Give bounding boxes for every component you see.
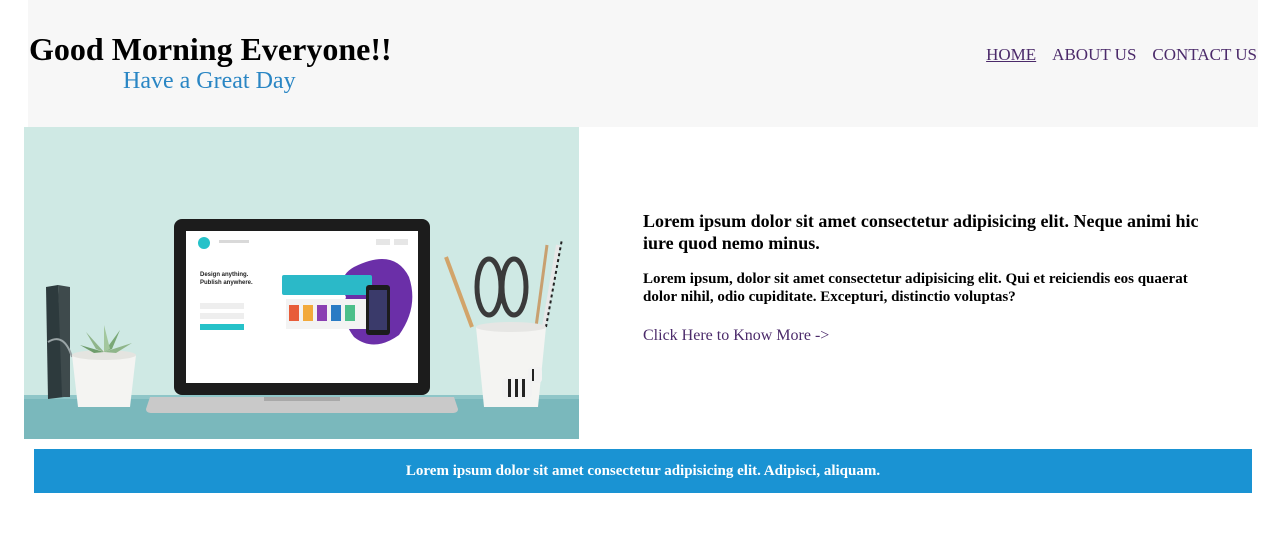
nav-home-link[interactable]: HOME xyxy=(986,44,1036,66)
laptop-on-desk-illustration: Design anything. Publish anywhere. xyxy=(24,127,579,439)
binder-clip xyxy=(46,285,73,399)
banner-text: Lorem ipsum dolor sit amet consectetur a… xyxy=(405,462,881,479)
nav-contact-link[interactable]: CONTACT US xyxy=(1152,44,1257,66)
hero-heading: Lorem ipsum dolor sit amet consectetur a… xyxy=(643,211,1199,253)
hero-content: Lorem ipsum dolor sit amet consectetur a… xyxy=(643,210,1203,346)
laptop: Design anything. Publish anywhere. xyxy=(146,219,458,413)
hero-image: Design anything. Publish anywhere. xyxy=(24,127,579,439)
know-more-link[interactable]: Click Here to Know More -> xyxy=(643,326,829,346)
nav-about-link[interactable]: ABOUT US xyxy=(1052,44,1136,66)
screen-headline-1: Design anything. xyxy=(200,272,249,278)
main-nav: HOME ABOUT US CONTACT US xyxy=(986,44,1257,66)
site-subtitle: Have a Great Day xyxy=(123,68,296,94)
screen-headline-2: Publish anywhere. xyxy=(200,280,253,286)
site-header: Good Morning Everyone!! Have a Great Day… xyxy=(28,0,1258,127)
hero-body-text: Lorem ipsum, dolor sit amet consectetur … xyxy=(643,271,1188,305)
footer-banner: Lorem ipsum dolor sit amet consectetur a… xyxy=(34,449,1252,493)
site-title: Good Morning Everyone!! xyxy=(29,31,392,67)
